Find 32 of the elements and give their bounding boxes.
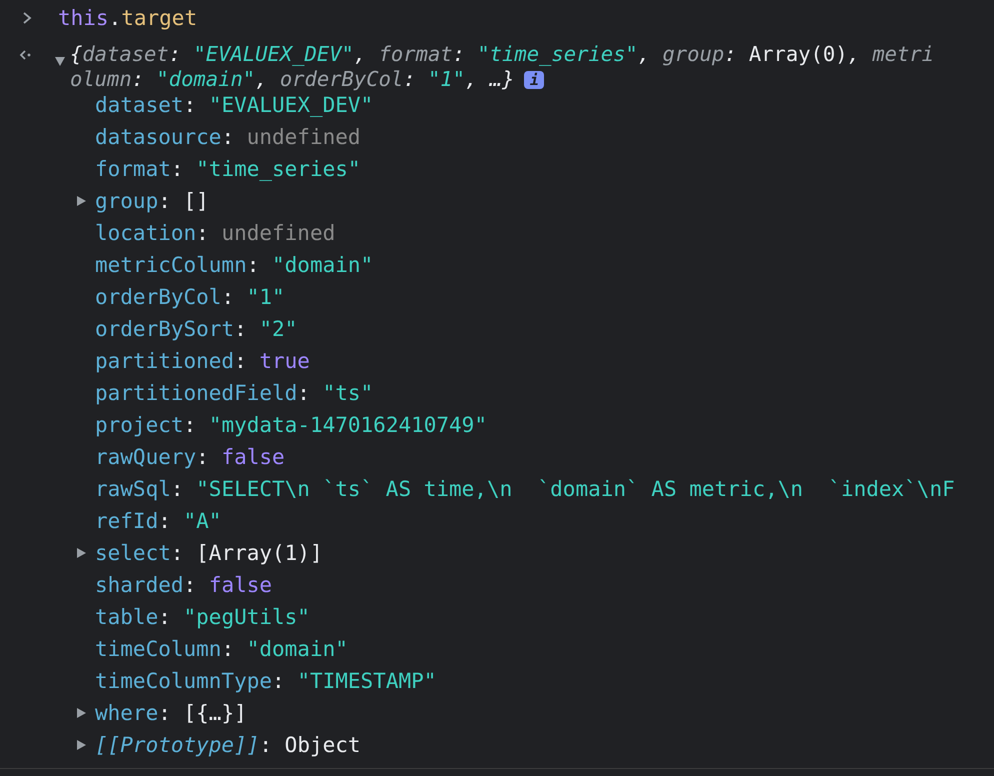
- property-entry: refId: "A": [95, 508, 222, 535]
- property-entry: rawSql: "SELECT\n `ts` AS time,\n `domain` AS metric,\n `index`\nF: [95, 476, 955, 503]
- property-entry[interactable]: [[Prototype]]: Object: [95, 729, 361, 761]
- property-entry: datasource: undefined: [95, 124, 361, 151]
- property-entry: dataset: "EVALUEX_DEV": [95, 92, 374, 119]
- result-arrow-icon: [18, 48, 32, 62]
- collapsed-triangle-icon[interactable]: [75, 707, 87, 719]
- property-entry: table: "pegUtils": [95, 604, 310, 631]
- property-entry[interactable]: where: [{…}]: [95, 697, 247, 729]
- property-entry: sharded: false: [95, 572, 272, 599]
- property-entry: metricColumn: "domain": [95, 252, 374, 279]
- property-entry: timeColumnType: "TIMESTAMP": [95, 668, 436, 695]
- info-badge[interactable]: i: [524, 70, 544, 88]
- property-entry[interactable]: select: [Array(1)]: [95, 537, 323, 569]
- object-preview-line[interactable]: {dataset: "EVALUEX_DEV", format: "time_series", group: Array(0), metri: [70, 42, 934, 67]
- property-entry: project: "mydata-1470162410749": [95, 412, 487, 439]
- property-entry: orderBySort: "2": [95, 316, 298, 343]
- collapsed-triangle-icon[interactable]: [75, 195, 87, 207]
- expanded-triangle-icon[interactable]: [54, 55, 66, 67]
- collapsed-triangle-icon[interactable]: [75, 739, 87, 751]
- collapsed-triangle-icon[interactable]: [75, 547, 87, 559]
- property-entry: location: undefined: [95, 220, 336, 247]
- property-entry: rawQuery: false: [95, 444, 285, 471]
- console-input-text: this.target: [58, 6, 198, 30]
- chevron-right-icon: [22, 11, 32, 25]
- property-entry: orderByCol: "1": [95, 284, 285, 311]
- property-entry: partitionedField: "ts": [95, 380, 374, 407]
- property-entry: format: "time_series": [95, 156, 361, 183]
- object-preview-line[interactable]: olumn: "domain", orderByCol: "1", …}: [70, 67, 514, 92]
- property-entry: timeColumn: "domain": [95, 636, 348, 663]
- property-entry: partitioned: true: [95, 348, 310, 375]
- property-entry[interactable]: group: []: [95, 185, 209, 217]
